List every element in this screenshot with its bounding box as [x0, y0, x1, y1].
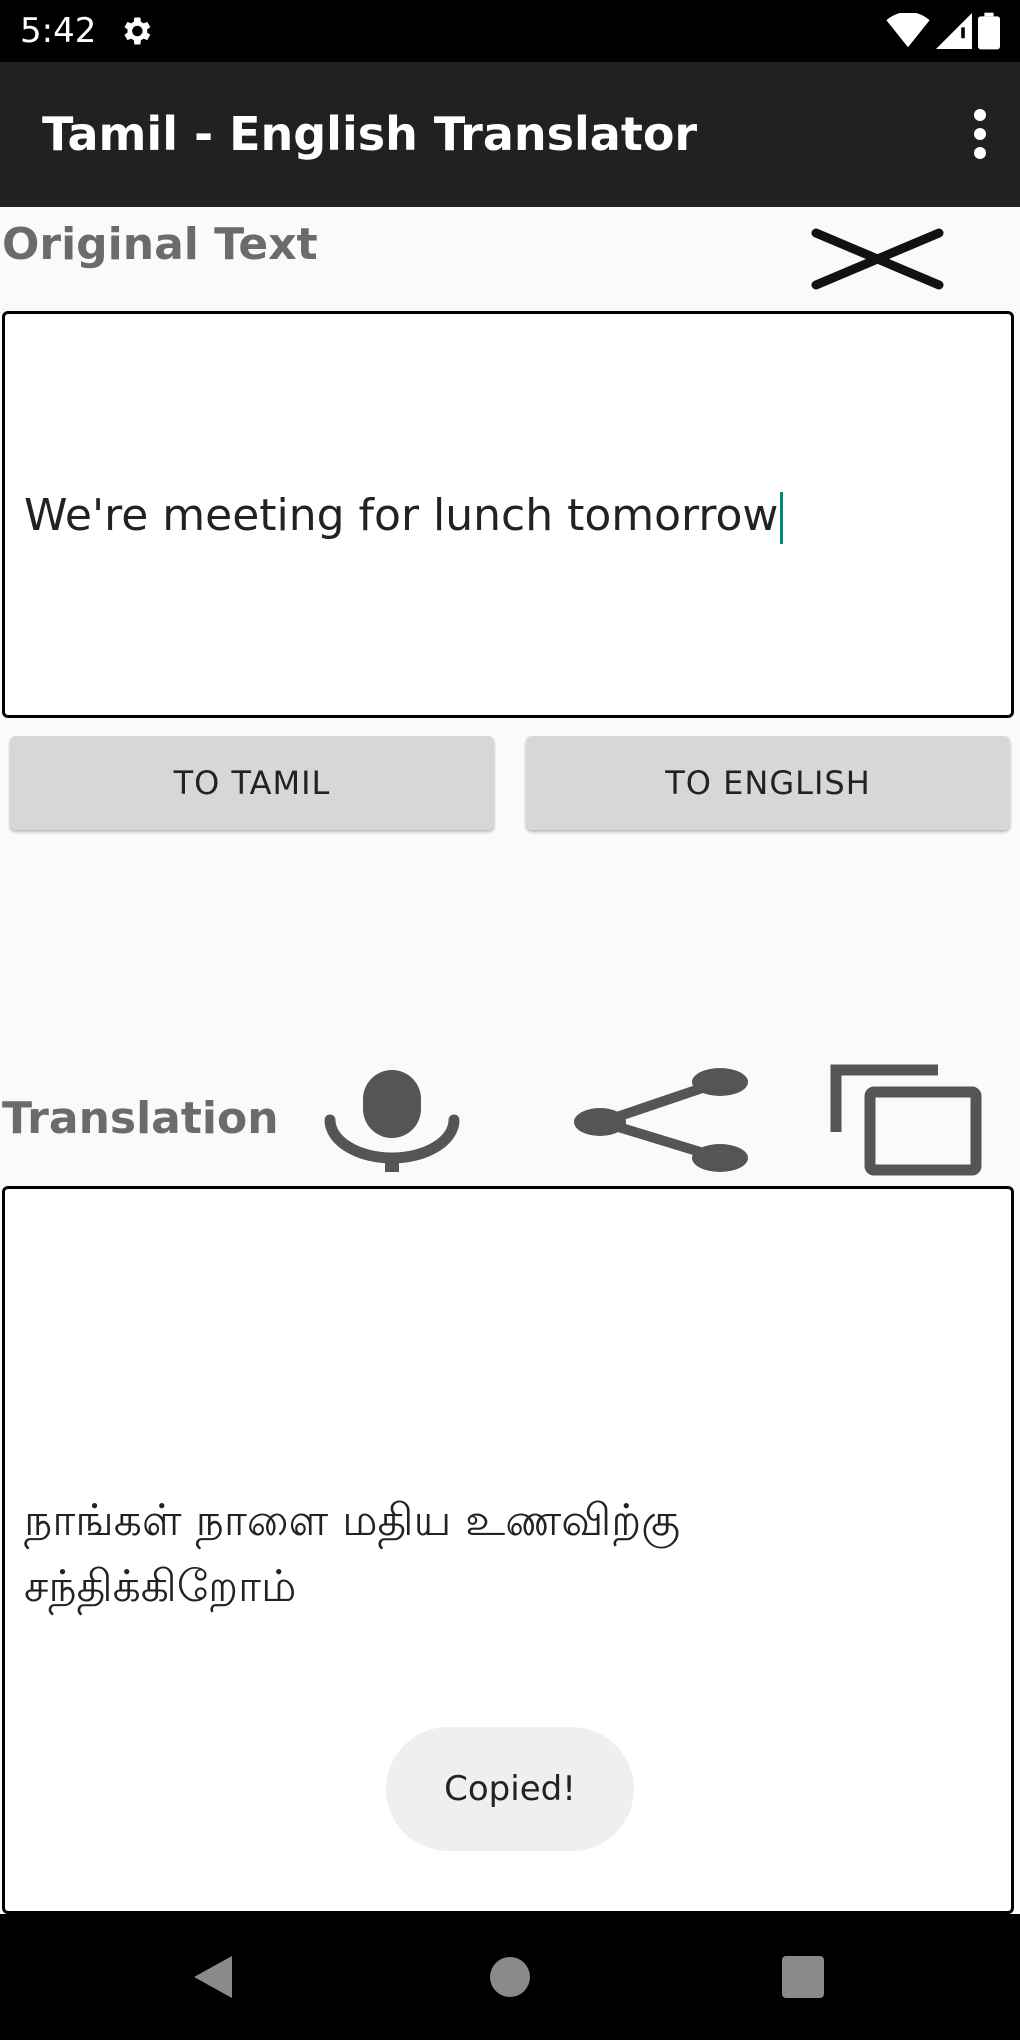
home-icon[interactable] — [477, 1944, 543, 2010]
status-indicators — [886, 12, 1000, 50]
microphone-icon[interactable] — [324, 1068, 460, 1172]
translation-label: Translation — [2, 1093, 279, 1144]
toast-message: Copied! — [444, 1769, 576, 1809]
original-text-value[interactable]: We're meeting for lunch tomorrow — [24, 488, 784, 544]
to-tamil-button[interactable]: TO TAMIL — [10, 736, 494, 830]
status-bar: 5:42 — [0, 0, 1020, 62]
copied-toast: Copied! — [386, 1727, 634, 1851]
recents-icon[interactable] — [770, 1944, 836, 2010]
app-title: Tamil - English Translator — [42, 107, 698, 161]
wifi-icon — [886, 13, 930, 48]
share-icon[interactable] — [572, 1068, 750, 1172]
to-english-button[interactable]: TO ENGLISH — [526, 736, 1010, 830]
battery-icon — [978, 12, 1000, 50]
signal-icon — [936, 13, 972, 49]
app-bar: Tamil - English Translator — [0, 62, 1020, 207]
original-text-label: Original Text — [2, 219, 318, 270]
translation-text-value: நாங்கள் நாளை மதிய உணவிற்கு சந்திக்கிறோம் — [24, 1495, 681, 1612]
overflow-menu-icon[interactable] — [970, 108, 990, 160]
copy-icon[interactable] — [828, 1062, 984, 1178]
settings-gear-icon — [124, 17, 151, 45]
back-icon[interactable] — [180, 1944, 246, 2010]
navigation-bar — [0, 1914, 1020, 2040]
status-time: 5:42 — [20, 11, 97, 51]
text-caret — [780, 492, 784, 544]
close-icon[interactable] — [810, 225, 945, 293]
